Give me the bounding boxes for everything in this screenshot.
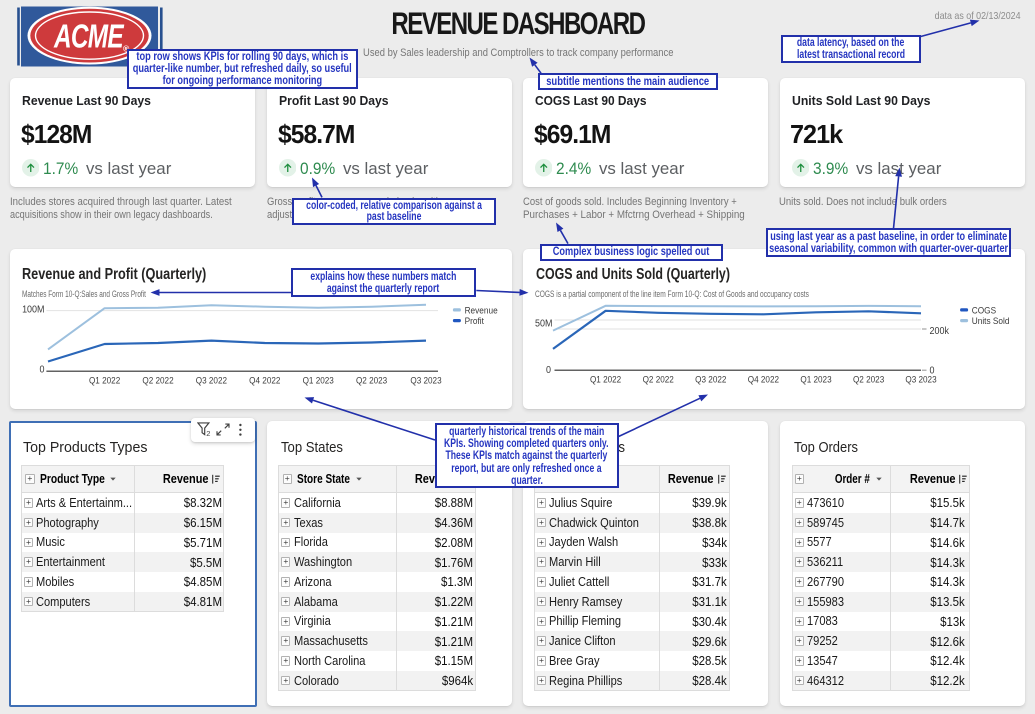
svg-text:Q4 2022: Q4 2022: [249, 375, 280, 386]
svg-text:Q3 2023: Q3 2023: [410, 375, 441, 386]
svg-text:Q4 2022: Q4 2022: [748, 374, 779, 385]
svg-text:200k: 200k: [930, 325, 950, 337]
svg-text:2: 2: [206, 430, 210, 438]
svg-text:Q3 2022: Q3 2022: [196, 375, 227, 386]
svg-text:Q2 2022: Q2 2022: [643, 374, 674, 385]
svg-text:50M: 50M: [535, 318, 552, 330]
svg-text:Revenue: Revenue: [465, 305, 498, 316]
svg-text:Q2 2022: Q2 2022: [142, 375, 173, 386]
svg-text:100M: 100M: [22, 304, 44, 316]
svg-text:Q1 2022: Q1 2022: [89, 375, 120, 386]
svg-text:COGS: COGS: [972, 305, 996, 316]
svg-text:Q2 2023: Q2 2023: [853, 374, 884, 385]
svg-text:Q1 2022: Q1 2022: [590, 374, 621, 385]
svg-text:Q3 2022: Q3 2022: [695, 374, 726, 385]
svg-text:Units Sold: Units Sold: [972, 316, 1010, 327]
svg-text:Profit: Profit: [465, 316, 485, 327]
svg-text:ACME: ACME: [53, 19, 125, 55]
svg-text:Q2 2023: Q2 2023: [356, 375, 387, 386]
svg-text:Q1 2023: Q1 2023: [303, 375, 334, 386]
svg-text:0: 0: [930, 365, 935, 377]
svg-text:Q1 2023: Q1 2023: [800, 374, 831, 385]
svg-text:0: 0: [546, 365, 551, 377]
svg-text:0: 0: [40, 364, 45, 376]
